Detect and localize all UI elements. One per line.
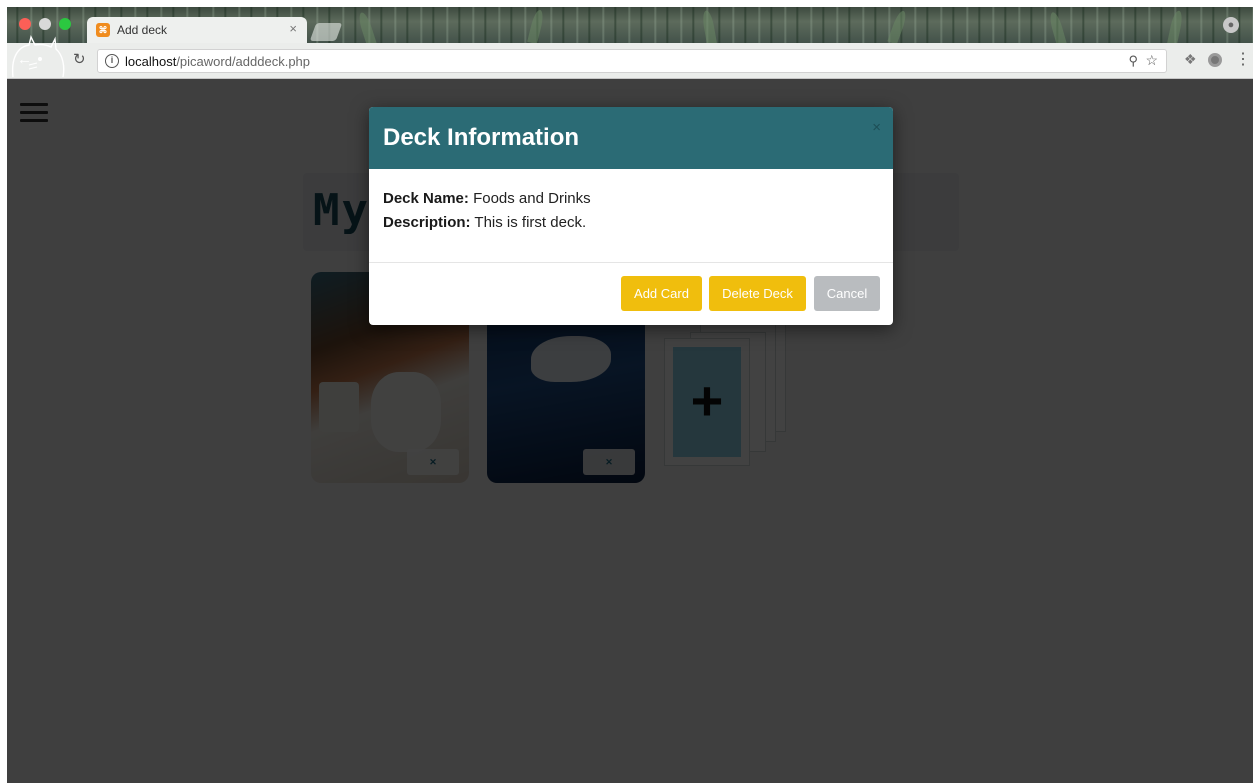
modal-divider xyxy=(369,262,893,263)
extension-icon[interactable] xyxy=(1208,53,1222,67)
description-label: Description: xyxy=(383,214,471,231)
add-card-button[interactable]: Add Card xyxy=(621,276,702,311)
address-bar[interactable]: i localhost/picaword/adddeck.php ⚲ ☆ xyxy=(97,49,1167,73)
reload-icon[interactable]: ↻ xyxy=(73,51,86,69)
zoom-icon[interactable]: ⚲ xyxy=(1128,53,1138,69)
close-icon[interactable]: × xyxy=(872,119,881,136)
wallpaper-leaf xyxy=(1167,9,1184,43)
back-icon[interactable]: ← xyxy=(17,51,32,69)
info-icon[interactable]: i xyxy=(105,54,119,68)
wallpaper-leaf xyxy=(527,8,546,43)
wallpaper-leaf xyxy=(701,9,717,43)
description-row: Description: This is first deck. xyxy=(383,211,879,235)
url-text: localhost/picaword/adddeck.php xyxy=(125,54,311,69)
browser-toolbar: ← ↻ i localhost/picaword/adddeck.php ⚲ ☆… xyxy=(7,34,1253,79)
deck-information-modal: Deck Information × Deck Name: Foods and … xyxy=(369,107,893,325)
wallpaper-leaf xyxy=(887,9,909,43)
tab-title: Add deck xyxy=(117,23,168,37)
description-value: This is first deck. xyxy=(474,214,587,231)
modal-body: Deck Name: Foods and Drinks Description:… xyxy=(383,187,879,235)
profile-icon[interactable]: ● xyxy=(1223,17,1239,33)
menu-icon[interactable]: ⋮ xyxy=(1235,49,1251,69)
tab-close-icon[interactable]: × xyxy=(289,21,297,36)
modal-title: Deck Information xyxy=(383,124,580,151)
title-bar: ⌘ Add deck × ● xyxy=(7,7,1253,43)
wallpaper-leaf xyxy=(1047,10,1067,43)
wallpaper-leaf xyxy=(356,11,377,43)
new-tab-button[interactable] xyxy=(309,23,343,41)
browser-window: ⌘ Add deck × ● ← ↻ i localhost/picaword/… xyxy=(7,7,1253,783)
cancel-button[interactable]: Cancel xyxy=(814,276,880,311)
delete-deck-button[interactable]: Delete Deck xyxy=(709,276,806,311)
xampp-favicon-icon: ⌘ xyxy=(96,23,110,37)
deck-name-value: Foods and Drinks xyxy=(473,190,591,207)
deck-name-row: Deck Name: Foods and Drinks xyxy=(383,187,879,211)
deck-name-label: Deck Name: xyxy=(383,190,469,207)
modal-header: Deck Information × xyxy=(369,107,893,169)
dropbox-icon[interactable]: ❖ xyxy=(1184,51,1197,68)
star-icon[interactable]: ☆ xyxy=(1145,52,1158,69)
browser-tab[interactable]: ⌘ Add deck × xyxy=(87,17,307,43)
